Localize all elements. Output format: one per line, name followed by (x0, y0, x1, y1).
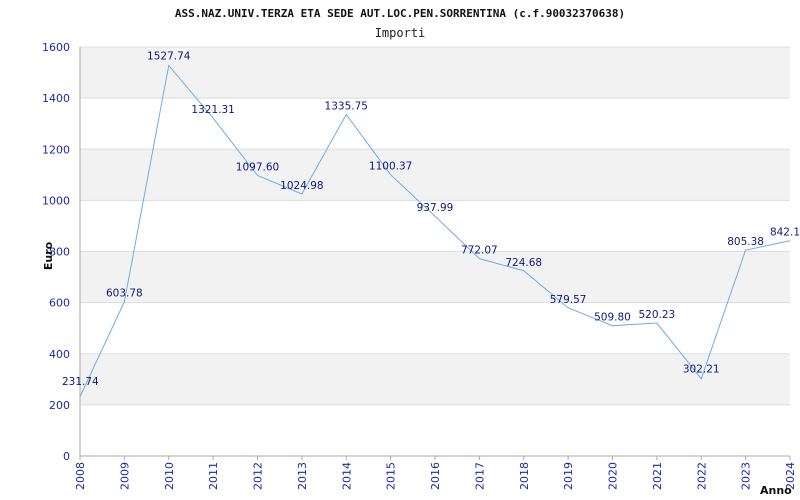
grid-bands (80, 46, 790, 457)
grid-band (80, 353, 790, 405)
data-label: 520.23 (639, 309, 676, 321)
grid-band (80, 251, 790, 303)
x-tick-label: 2020 (607, 462, 620, 490)
data-label: 1335.75 (325, 101, 368, 113)
x-tick-label: 2009 (118, 462, 131, 490)
chart-title: ASS.NAZ.UNIV.TERZA ETA SEDE AUT.LOC.PEN.… (175, 7, 625, 20)
chart: 02004006008001000120014001600 2008 2009 20… (42, 7, 800, 497)
x-tick-label: 2018 (518, 462, 531, 490)
x-axis-label: Anno (760, 484, 792, 497)
grid-band (80, 404, 790, 456)
y-tick-label: 1400 (42, 92, 70, 105)
data-label: 231.74 (62, 376, 99, 388)
data-label: 603.78 (106, 288, 143, 300)
data-label: 579.57 (550, 294, 587, 306)
data-label: 509.80 (594, 312, 631, 324)
x-tick-label: 2022 (695, 462, 708, 490)
x-tick-label: 2014 (340, 462, 353, 490)
x-tick-label: 2015 (385, 462, 398, 490)
y-tick-label: 400 (49, 348, 70, 361)
x-tick-label: 2016 (429, 462, 442, 490)
data-label: 1527.74 (147, 50, 191, 62)
x-tick-label: 2023 (740, 462, 753, 490)
x-tick-label: 2010 (163, 462, 176, 490)
x-tick-label: 2019 (562, 462, 575, 490)
x-tick-label: 2021 (651, 462, 664, 490)
data-label: 772.07 (461, 245, 498, 257)
x-tick-label: 2012 (252, 462, 265, 490)
data-label: 1321.31 (191, 104, 234, 116)
x-tick-label: 2013 (296, 462, 309, 490)
x-axis-ticks: 2008 2009 2010 2011 2012 2013 2014 2015 2016 2017… (74, 456, 797, 490)
y-axis-label: Euro (42, 241, 55, 270)
data-label: 302.21 (683, 364, 720, 376)
y-tick-label: 1600 (42, 41, 70, 54)
y-tick-label: 600 (49, 297, 70, 310)
grid-band (80, 98, 790, 150)
data-label: 805.38 (727, 236, 764, 248)
y-tick-label: 0 (63, 450, 70, 463)
y-tick-label: 1200 (42, 143, 70, 156)
grid-band (80, 302, 790, 354)
data-label: 1100.37 (369, 161, 412, 173)
data-label: 842.1 (770, 227, 800, 239)
x-tick-label: 2017 (473, 462, 486, 490)
grid-band (80, 149, 790, 201)
y-tick-label: 200 (49, 399, 70, 412)
data-label: 937.99 (417, 202, 454, 214)
data-label: 1024.98 (280, 180, 323, 192)
data-label: 724.68 (505, 257, 542, 269)
chart-subtitle: Importi (375, 26, 426, 40)
y-tick-label: 1000 (42, 194, 70, 207)
x-tick-label: 2011 (207, 462, 220, 490)
data-label: 1097.60 (236, 161, 279, 173)
x-tick-label: 2008 (74, 462, 87, 490)
